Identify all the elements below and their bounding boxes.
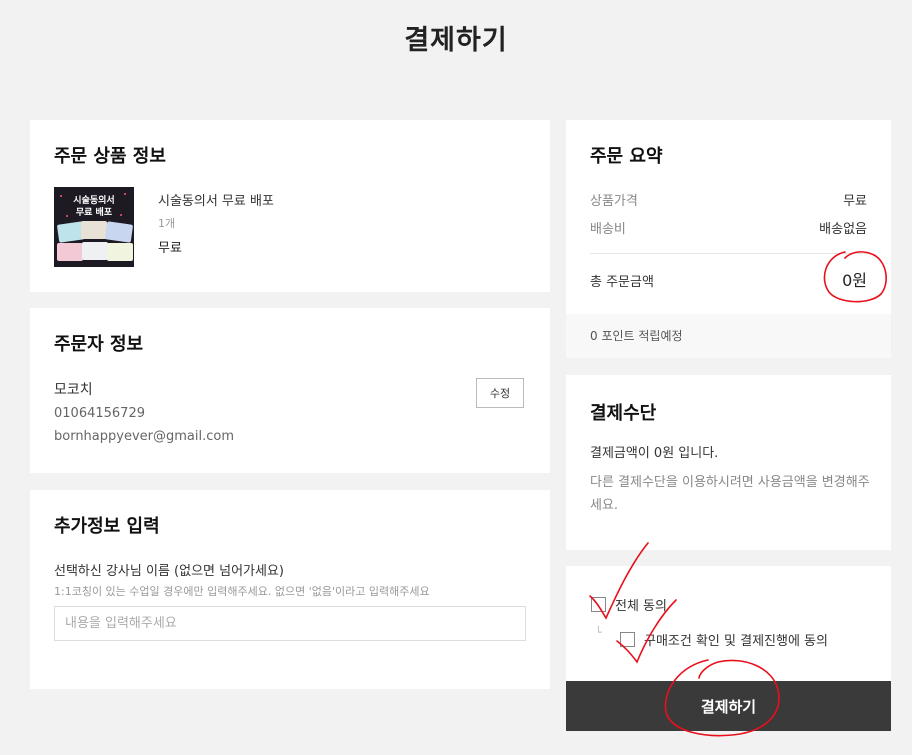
- product-price-value: 무료: [843, 194, 867, 209]
- orderer-name: 모코치: [54, 382, 93, 398]
- payment-method-card: 결제수단 결제금액이 0원 입니다. 다른 결제수단을 이용하시려면 사용금액을…: [566, 375, 891, 550]
- total-value: 0원: [842, 271, 867, 290]
- summary-divider: [590, 253, 867, 254]
- orderer-card: 주문자 정보 모코치 01064156729 bornhappyever@gma…: [30, 308, 550, 473]
- thumbnail-text-line-2: 무료 배포: [75, 208, 113, 218]
- payment-amount-text: 결제금액이 0원 입니다.: [590, 446, 719, 461]
- extra-info-card: 추가정보 입력 선택하신 강사님 이름 (없으면 넘어가세요) 1:1코칭이 있…: [30, 490, 550, 689]
- product-price: 무료: [158, 241, 182, 256]
- total-label: 총 주문금액: [590, 275, 654, 290]
- product-name: 시술동의서 무료 배포: [158, 194, 274, 209]
- agreement-card: 전체 동의 └ 구매조건 확인 및 결제진행에 동의: [566, 566, 891, 681]
- instructor-name-label: 선택하신 강사님 이름 (없으면 넘어가세요): [54, 564, 284, 579]
- orderer-phone: 01064156729: [54, 406, 145, 421]
- product-quantity: 1개: [158, 217, 176, 230]
- order-summary-title: 주문 요약: [590, 146, 663, 167]
- product-price-label: 상품가격: [590, 194, 638, 209]
- order-product-title: 주문 상품 정보: [54, 146, 166, 167]
- extra-info-title: 추가정보 입력: [54, 516, 160, 537]
- shipping-value: 배송없음: [819, 222, 867, 237]
- orderer-email: bornhappyever@gmail.com: [54, 429, 235, 444]
- agree-all-checkbox[interactable]: [591, 597, 606, 612]
- edit-orderer-button[interactable]: 수정: [476, 378, 524, 408]
- thumbnail-text-line-1: 시술동의서: [73, 196, 115, 206]
- orderer-title: 주문자 정보: [54, 334, 144, 355]
- pay-button[interactable]: 결제하기: [566, 681, 891, 731]
- page-title: 결제하기: [404, 25, 508, 56]
- agree-terms-label: 구매조건 확인 및 결제진행에 동의: [644, 634, 828, 649]
- order-summary-card: 주문 요약 상품가격 무료 배송비 배송없음 총 주문금액 0원 0 포인트 적…: [566, 120, 891, 358]
- indent-corner-icon: └: [595, 626, 602, 639]
- agree-terms-row[interactable]: 구매조건 확인 및 결제진행에 동의: [620, 630, 828, 649]
- instructor-name-help: 1:1코칭이 있는 수업일 경우에만 입력해주세요. 없으면 '없음'이라고 입…: [54, 585, 430, 598]
- order-product-card: 주문 상품 정보 시술동의서 무료 배포 시술동의서 무료 배포 1개 무료: [30, 120, 550, 292]
- payment-method-title: 결제수단: [590, 403, 657, 424]
- product-thumbnail: 시술동의서 무료 배포: [54, 187, 134, 267]
- agree-terms-checkbox[interactable]: [620, 632, 635, 647]
- shipping-label: 배송비: [590, 222, 626, 237]
- agree-all-row[interactable]: 전체 동의: [591, 595, 667, 614]
- payment-method-note: 다른 결제수단을 이용하시려면 사용금액을 변경해주세요.: [590, 475, 870, 513]
- agree-all-label: 전체 동의: [615, 599, 667, 614]
- points-note: 0 포인트 적립예정: [566, 314, 891, 358]
- instructor-name-input[interactable]: [54, 606, 526, 641]
